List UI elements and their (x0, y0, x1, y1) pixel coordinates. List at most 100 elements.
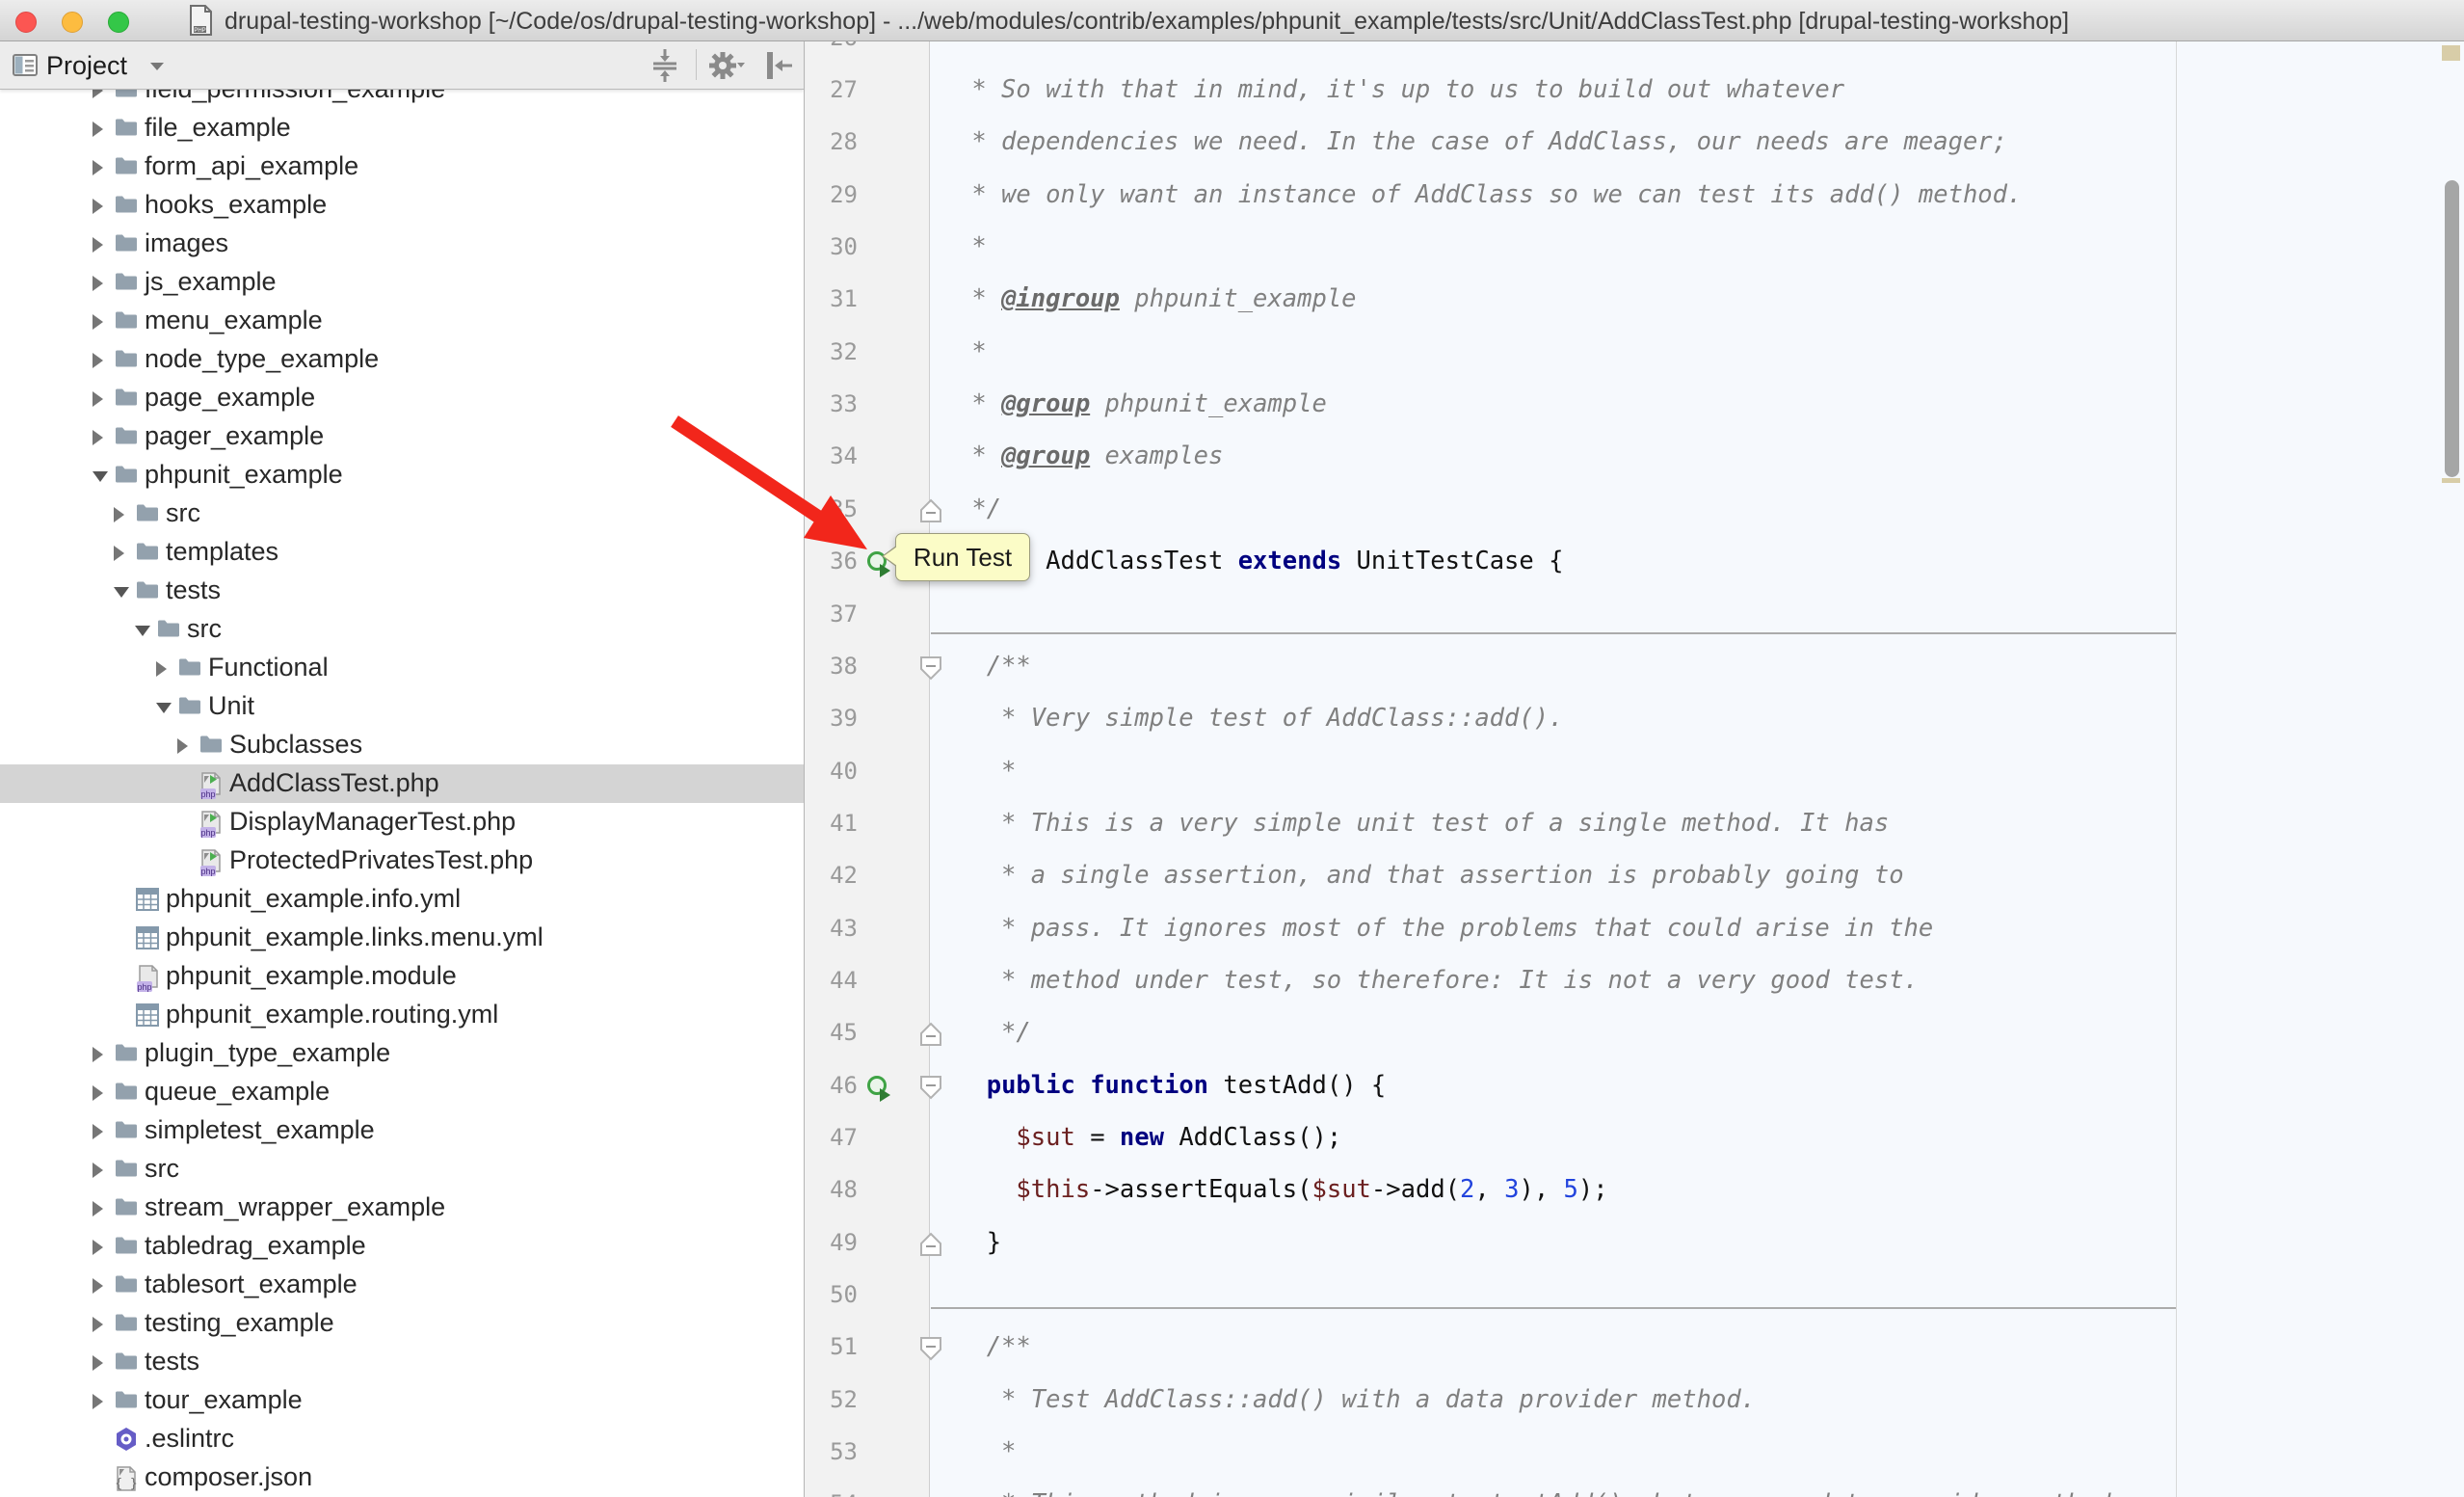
code-line-36[interactable]: class AddClassTest extends UnitTestCase … (957, 547, 1563, 575)
tree-file-protectedprivatestest-php[interactable]: phpProtectedPrivatesTest.php (0, 842, 804, 880)
tree-folder-src[interactable]: src (0, 1150, 804, 1189)
fold-start-icon[interactable] (919, 1336, 942, 1361)
collapse-arrow-icon[interactable] (135, 626, 150, 636)
code-line-52[interactable]: * Test AddClass::add() with a data provi… (957, 1385, 1756, 1414)
expand-arrow-icon[interactable] (93, 1085, 103, 1101)
code-line-49[interactable]: } (957, 1228, 1001, 1257)
tree-folder-hooks-example[interactable]: hooks_example (0, 186, 804, 225)
tree-folder-menu-example[interactable]: menu_example (0, 302, 804, 340)
tree-folder-testing-example[interactable]: testing_example (0, 1304, 804, 1343)
editor-scrollbar[interactable] (2445, 180, 2459, 477)
tree-folder-js-example[interactable]: js_example (0, 263, 804, 302)
tree-file-phpunit-example-links-menu-yml[interactable]: phpunit_example.links.menu.yml (0, 919, 804, 957)
expand-arrow-icon[interactable] (93, 1047, 103, 1062)
close-window-icon[interactable] (15, 12, 37, 33)
code-line-29[interactable]: * we only want an instance of AddClass s… (957, 180, 2022, 209)
tree-folder-pager-example[interactable]: pager_example (0, 417, 804, 456)
tree-folder-node-type-example[interactable]: node_type_example (0, 340, 804, 379)
tree-folder-tour-example[interactable]: tour_example (0, 1381, 804, 1420)
code-line-41[interactable]: * This is a very simple unit test of a s… (957, 809, 1889, 838)
hide-panel-icon[interactable] (763, 47, 796, 84)
expand-arrow-icon[interactable] (93, 1355, 103, 1371)
warning-stripe-mark[interactable] (2442, 478, 2460, 483)
tree-folder-plugin-type-example[interactable]: plugin_type_example (0, 1034, 804, 1073)
code-line-44[interactable]: * method under test, so therefore: It is… (957, 966, 1919, 995)
code-line-45[interactable]: */ (957, 1018, 1031, 1047)
code-line-46[interactable]: public function testAdd() { (957, 1071, 1386, 1100)
tree-folder-tablesort-example[interactable]: tablesort_example (0, 1266, 804, 1304)
tree-file--eslintrc[interactable]: .eslintrc (0, 1420, 804, 1458)
expand-arrow-icon[interactable] (114, 546, 124, 561)
collapse-all-icon[interactable] (648, 47, 682, 84)
tree-folder-subclasses[interactable]: Subclasses (0, 726, 804, 764)
expand-arrow-icon[interactable] (93, 160, 103, 175)
tree-file-phpunit-example-info-yml[interactable]: phpunit_example.info.yml (0, 880, 804, 919)
code-line-30[interactable]: * (957, 232, 987, 261)
code-line-35[interactable]: */ (957, 495, 1001, 523)
code-line-42[interactable]: * a single assertion, and that assertion… (957, 861, 1904, 890)
fold-start-icon[interactable] (919, 1075, 942, 1100)
code-line-32[interactable]: * (957, 337, 987, 366)
code-line-31[interactable]: * @ingroup phpunit_example (957, 284, 1357, 313)
code-editor[interactable]: 2627 * So with that in mind, it's up to … (805, 41, 2464, 1497)
tree-folder-tests[interactable]: tests (0, 572, 804, 610)
tree-folder-phpunit-example[interactable]: phpunit_example (0, 456, 804, 495)
warning-stripe-mark[interactable] (2442, 45, 2460, 61)
panel-splitter[interactable] (804, 41, 805, 1497)
collapse-arrow-icon[interactable] (156, 703, 172, 713)
code-line-51[interactable]: /** (957, 1332, 1031, 1361)
code-line-28[interactable]: * dependencies we need. In the case of A… (957, 127, 2007, 156)
tree-folder-functional[interactable]: Functional (0, 649, 804, 687)
expand-arrow-icon[interactable] (93, 391, 103, 407)
code-line-53[interactable]: * (957, 1437, 1016, 1466)
expand-arrow-icon[interactable] (93, 237, 103, 253)
tree-folder-images[interactable]: images (0, 225, 804, 263)
tree-file-phpunit-example-routing-yml[interactable]: phpunit_example.routing.yml (0, 996, 804, 1034)
expand-arrow-icon[interactable] (93, 199, 103, 214)
minimize-window-icon[interactable] (62, 12, 83, 33)
tree-folder-queue-example[interactable]: queue_example (0, 1073, 804, 1111)
gear-icon[interactable] (707, 47, 746, 84)
code-line-34[interactable]: * @group examples (957, 441, 1223, 470)
tree-folder-simpletest-example[interactable]: simpletest_example (0, 1111, 804, 1150)
zoom-window-icon[interactable] (108, 12, 129, 33)
fold-end-icon[interactable] (919, 1022, 942, 1047)
expand-arrow-icon[interactable] (93, 1278, 103, 1294)
tree-file-phpunit-example-module[interactable]: phpphpunit_example.module (0, 957, 804, 996)
expand-arrow-icon[interactable] (93, 1240, 103, 1255)
tree-folder-templates[interactable]: templates (0, 533, 804, 572)
tree-folder-form-api-example[interactable]: form_api_example (0, 147, 804, 186)
tree-folder-tests[interactable]: tests (0, 1343, 804, 1381)
tree-file-composer-json[interactable]: { }composer.json (0, 1458, 804, 1497)
tree-file-addclasstest-php[interactable]: phpAddClassTest.php (0, 764, 804, 803)
tree-folder-file-example[interactable]: file_example (0, 109, 804, 147)
tree-folder-unit[interactable]: Unit (0, 687, 804, 726)
code-line-27[interactable]: * So with that in mind, it's up to us to… (957, 75, 1844, 104)
run-test-gutter-icon[interactable] (864, 1074, 895, 1105)
code-line-39[interactable]: * Very simple test of AddClass::add(). (957, 704, 1563, 733)
tree-folder-src[interactable]: src (0, 610, 804, 649)
expand-arrow-icon[interactable] (93, 1163, 103, 1178)
code-line-48[interactable]: $this->assertEquals($sut->add(2, 3), 5); (957, 1175, 1608, 1204)
expand-arrow-icon[interactable] (93, 121, 103, 137)
expand-arrow-icon[interactable] (93, 1124, 103, 1139)
code-line-33[interactable]: * @group phpunit_example (957, 389, 1327, 418)
code-line-54[interactable]: * This method is very similar to testAdd… (957, 1489, 2110, 1497)
expand-arrow-icon[interactable] (177, 738, 188, 754)
expand-arrow-icon[interactable] (93, 276, 103, 291)
expand-arrow-icon[interactable] (93, 314, 103, 330)
code-line-47[interactable]: $sut = new AddClass(); (957, 1123, 1341, 1152)
fold-start-icon[interactable] (919, 655, 942, 681)
tree-folder-tabledrag-example[interactable]: tabledrag_example (0, 1227, 804, 1266)
collapse-arrow-icon[interactable] (93, 471, 108, 482)
tree-folder-src[interactable]: src (0, 495, 804, 533)
expand-arrow-icon[interactable] (93, 430, 103, 445)
tree-folder-field-permission-example[interactable]: field_permission_example (0, 90, 804, 109)
expand-arrow-icon[interactable] (93, 1201, 103, 1216)
code-line-38[interactable]: /** (957, 652, 1031, 681)
run-test-tooltip[interactable]: Run Test (895, 533, 1030, 581)
expand-arrow-icon[interactable] (114, 507, 124, 522)
expand-arrow-icon[interactable] (93, 353, 103, 368)
fold-end-icon[interactable] (919, 498, 942, 523)
expand-arrow-icon[interactable] (156, 661, 167, 677)
